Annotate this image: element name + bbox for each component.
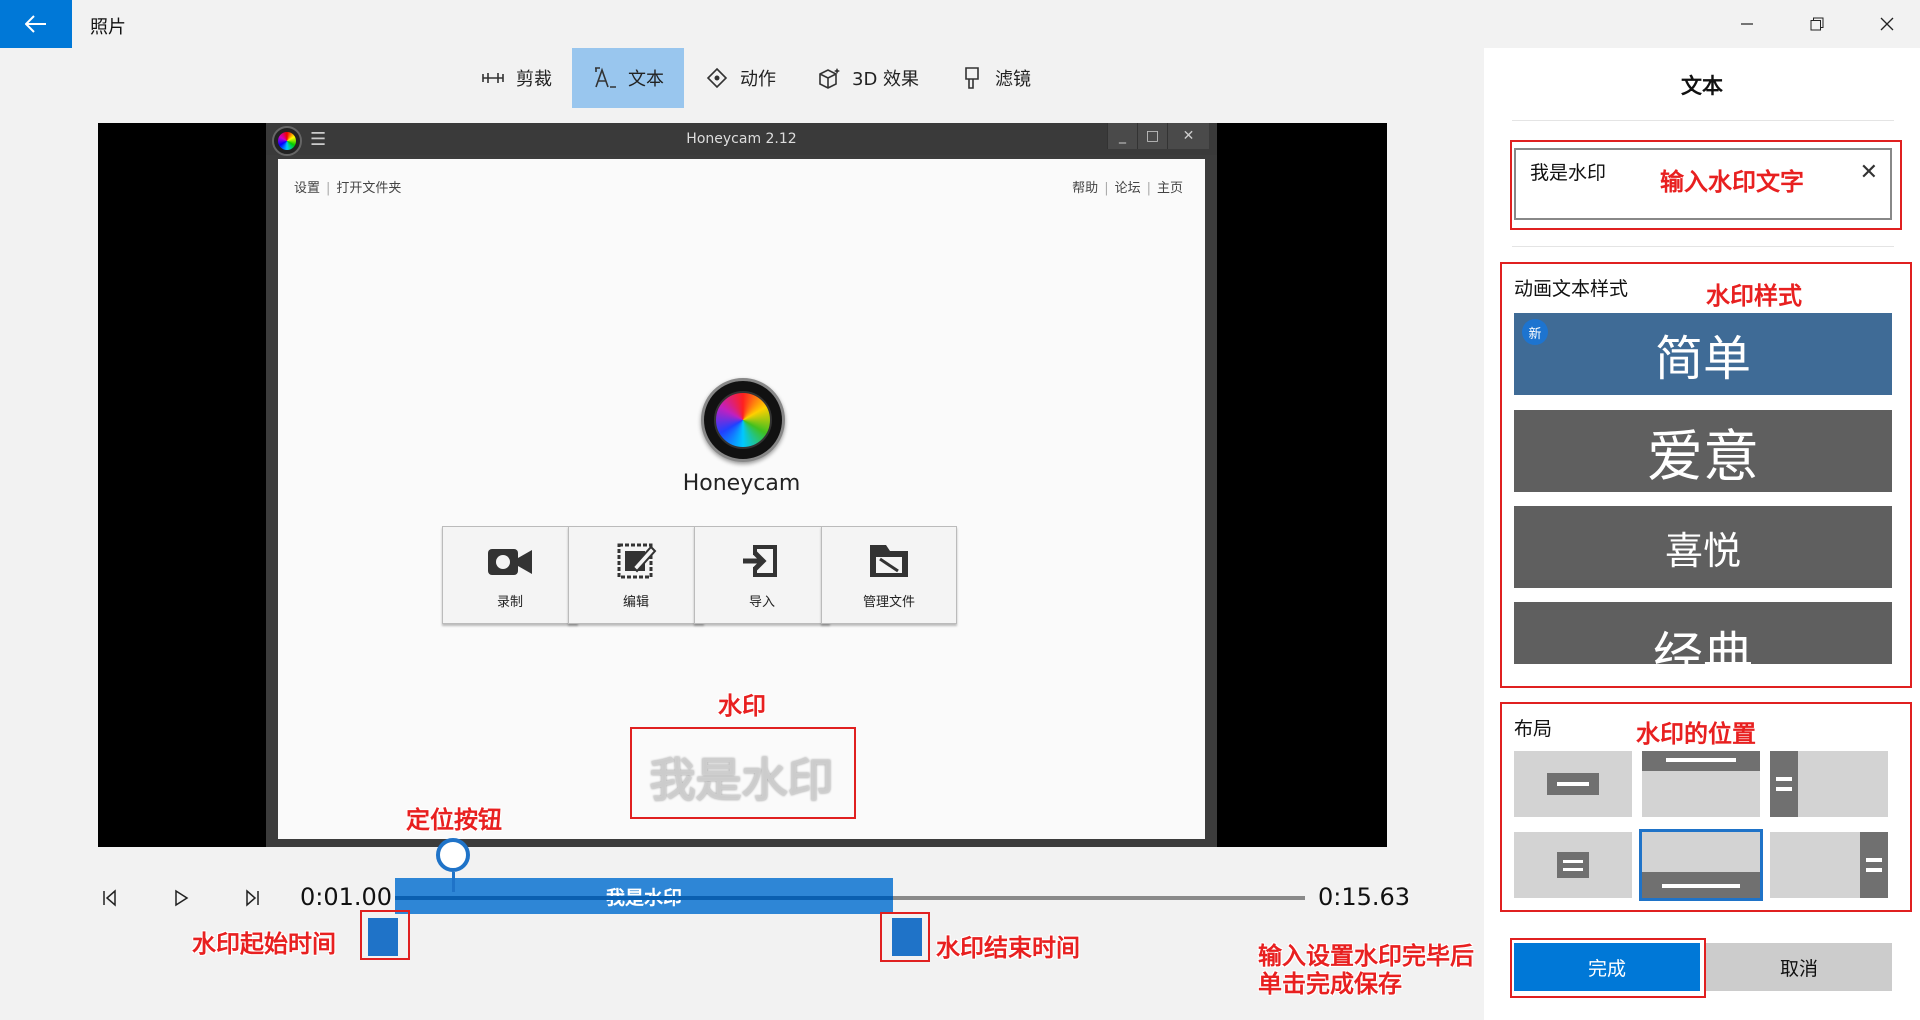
app-title: 照片 — [90, 17, 126, 38]
annotation-box-done — [1510, 938, 1706, 998]
honeycam-nav-right: 帮助 | 论坛 | 主页 — [1072, 181, 1183, 196]
annotation-box-style — [1500, 262, 1912, 688]
tool-motion-label: 动作 — [740, 69, 776, 90]
previous-frame-button[interactable] — [94, 883, 124, 913]
annotation-box-watermark — [630, 727, 856, 819]
tool-3d-effects-label: 3D 效果 — [852, 69, 920, 90]
honeycam-window-title: Honeycam 2.12 — [686, 131, 797, 147]
folder-icon — [870, 544, 908, 577]
annotation-end-time: 水印结束时间 — [936, 934, 1080, 962]
honeycam-nav-settings: 设置 — [294, 181, 321, 196]
honeycam-app-name: Honeycam — [682, 471, 801, 496]
honeycam-nav-help: 帮助 — [1072, 181, 1099, 196]
camera-icon — [488, 548, 532, 575]
tool-text[interactable]: 文本 — [572, 48, 684, 108]
edit-toolbar: 剪裁 文本 动作 3D 效果 滤镜 — [460, 48, 1051, 108]
step-back-icon — [103, 889, 116, 907]
annotation-style: 水印样式 — [1706, 282, 1802, 310]
minimize-icon — [1741, 23, 1753, 25]
annotation-input-text: 输入水印文字 — [1660, 168, 1804, 196]
honeycam-nav-home: 主页 — [1156, 181, 1183, 196]
honeycam-nav-left: 设置 | 打开文件夹 — [294, 181, 402, 196]
annotation-watermark: 水印 — [718, 692, 766, 720]
annotation-box-end — [880, 912, 930, 962]
tool-text-label: 文本 — [628, 69, 664, 90]
restore-button[interactable] — [1782, 0, 1852, 48]
honeycam-edit-button: 编辑 — [568, 526, 704, 624]
playhead-locator-button[interactable] — [436, 838, 470, 872]
panel-divider — [1512, 246, 1894, 247]
cancel-button[interactable]: 取消 — [1706, 943, 1892, 991]
annotation-locator: 定位按钮 — [406, 806, 502, 834]
panel-title: 文本 — [1681, 74, 1723, 98]
tool-3d-effects[interactable]: 3D 效果 — [796, 48, 939, 108]
honeycam-import-label: 导入 — [748, 594, 775, 610]
tool-motion[interactable]: 动作 — [684, 48, 796, 108]
honeycam-close-icon: ✕ — [1167, 123, 1209, 149]
next-frame-button[interactable] — [238, 883, 268, 913]
honeycam-titlebar: ☰ Honeycam 2.12 _ □ ✕ — [266, 123, 1217, 156]
annotation-start-time: 水印起始时间 — [192, 930, 336, 958]
step-forward-icon — [246, 889, 259, 907]
arrow-left-icon — [25, 15, 46, 33]
tool-trim-label: 剪裁 — [516, 69, 552, 90]
3d-effects-icon — [819, 68, 840, 89]
import-icon — [743, 544, 777, 577]
honeycam-nav-open-folder: 打开文件夹 — [336, 181, 402, 196]
total-time: 0:15.63 — [1318, 883, 1411, 911]
clip-progress-line — [395, 896, 893, 900]
annotation-position: 水印的位置 — [1636, 720, 1756, 748]
close-icon — [1880, 17, 1894, 31]
play-icon — [175, 889, 189, 907]
honeycam-import-button: 导入 — [694, 526, 830, 624]
tool-filters[interactable]: 滤镜 — [939, 48, 1051, 108]
annotation-box-start — [360, 910, 410, 960]
panel-divider — [1512, 120, 1894, 121]
honeycam-big-logo-icon — [701, 378, 785, 462]
honeycam-edit-label: 编辑 — [622, 594, 649, 610]
filter-brush-icon — [965, 67, 979, 89]
honeycam-nav-forum: 论坛 — [1114, 181, 1141, 196]
play-button[interactable] — [166, 883, 196, 913]
title-bar: 照片 — [0, 0, 1920, 48]
current-time: 0:01.00 — [300, 883, 393, 911]
honeycam-manage-files-label: 管理文件 — [862, 594, 915, 610]
annotation-save-line2: 单击完成保存 — [1258, 970, 1402, 998]
motion-icon — [706, 67, 728, 89]
edit-icon — [617, 543, 657, 578]
honeycam-manage-files-button: 管理文件 — [821, 526, 957, 624]
back-button[interactable] — [0, 0, 72, 48]
playhead-stem — [452, 872, 455, 892]
honeycam-maximize-icon: □ — [1137, 123, 1167, 149]
minimize-button[interactable] — [1712, 0, 1782, 48]
close-button[interactable] — [1852, 0, 1920, 48]
restore-icon — [1810, 17, 1824, 31]
honeycam-minimize-icon: _ — [1107, 123, 1137, 149]
trim-icon — [482, 73, 504, 83]
tool-filters-label: 滤镜 — [995, 69, 1032, 90]
honeycam-record-label: 录制 — [496, 594, 523, 610]
text-icon — [595, 67, 616, 88]
tool-trim[interactable]: 剪裁 — [460, 48, 572, 108]
honeycam-record-button: 录制 — [442, 526, 578, 624]
